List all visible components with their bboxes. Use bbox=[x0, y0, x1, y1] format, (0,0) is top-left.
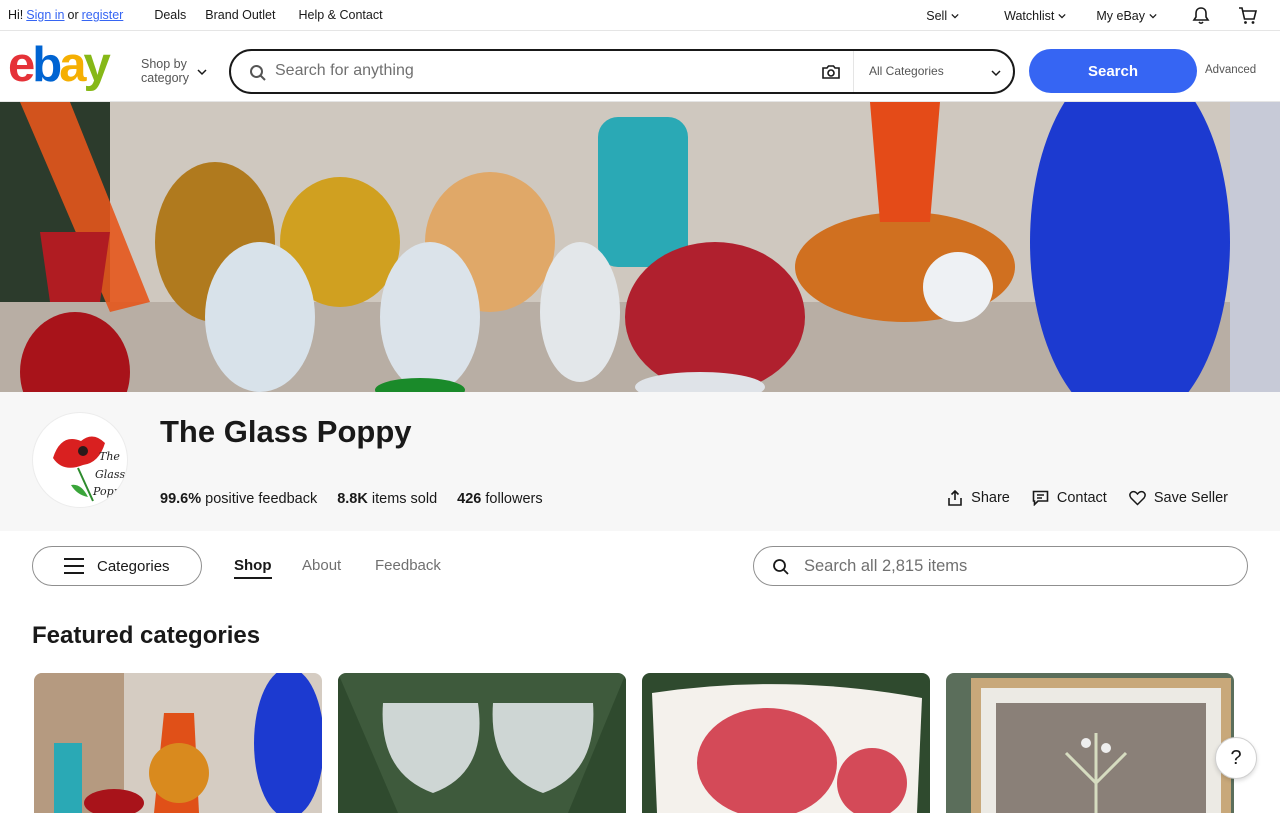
chevron-down-icon bbox=[1149, 13, 1157, 18]
tab-feedback[interactable]: Feedback bbox=[375, 557, 441, 574]
save-seller-label: Save Seller bbox=[1153, 490, 1228, 506]
camera-icon[interactable] bbox=[821, 63, 841, 81]
greeting: Hi! Sign in or register Deals Brand Outl… bbox=[8, 8, 383, 22]
save-seller-button[interactable]: Save Seller bbox=[1128, 490, 1228, 506]
category-image bbox=[642, 673, 930, 813]
logo-text-the: The bbox=[99, 450, 120, 463]
chevron-down-icon bbox=[951, 13, 959, 18]
featured-category-card[interactable] bbox=[642, 673, 930, 813]
chevron-down-icon bbox=[197, 69, 207, 76]
shop-by-line1: Shop by bbox=[141, 57, 187, 71]
feedback-label: positive feedback bbox=[205, 491, 318, 507]
categories-button[interactable]: Categories bbox=[32, 546, 202, 586]
help-button[interactable]: ? bbox=[1215, 737, 1257, 779]
featured-category-card[interactable] bbox=[338, 673, 626, 813]
store-banner-image bbox=[0, 102, 1280, 392]
search-button[interactable]: Search bbox=[1029, 49, 1197, 93]
message-icon bbox=[1032, 490, 1049, 506]
featured-category-card[interactable] bbox=[946, 673, 1234, 813]
cart-icon[interactable] bbox=[1238, 6, 1258, 26]
store-actions: Share Contact Save Seller bbox=[947, 490, 1228, 506]
sold-label: items sold bbox=[371, 491, 438, 507]
followers-stat: 426 followers bbox=[457, 491, 542, 507]
tab-shop[interactable]: Shop bbox=[234, 557, 272, 579]
advanced-search-link[interactable]: Advanced bbox=[1205, 64, 1256, 76]
categories-label: Categories bbox=[97, 557, 170, 575]
sell-label: Sell bbox=[926, 8, 948, 23]
brand-outlet-link[interactable]: Brand Outlet bbox=[205, 8, 275, 22]
store-header: The Glass Popp The Glass Poppy 99.6% pos… bbox=[0, 392, 1280, 531]
notification-bell-icon[interactable] bbox=[1191, 6, 1211, 26]
register-link[interactable]: register bbox=[82, 8, 124, 22]
featured-categories-heading: Featured categories bbox=[32, 622, 261, 649]
shop-by-line2: category bbox=[141, 71, 189, 85]
hamburger-menu-icon bbox=[64, 558, 84, 574]
sold-value: 8.8K bbox=[337, 491, 368, 507]
my-ebay-dropdown[interactable]: My eBay bbox=[1096, 9, 1157, 23]
top-utility-bar: Hi! Sign in or register Deals Brand Outl… bbox=[0, 0, 1280, 31]
greeting-text: Hi! bbox=[8, 8, 24, 22]
category-image bbox=[946, 673, 1234, 813]
contact-button[interactable]: Contact bbox=[1032, 490, 1107, 506]
contact-label: Contact bbox=[1056, 490, 1107, 506]
search-icon bbox=[773, 559, 789, 575]
search-bar[interactable]: Search for anything All Categories bbox=[229, 49, 1015, 94]
store-stats: 99.6% positive feedback 8.8K items sold … bbox=[160, 491, 543, 507]
tab-about[interactable]: About bbox=[302, 557, 341, 574]
category-select[interactable]: All Categories bbox=[869, 64, 944, 78]
featured-category-card[interactable] bbox=[34, 673, 322, 813]
deals-link[interactable]: Deals bbox=[154, 8, 186, 22]
top-right-nav: Sell Watchlist My eBay bbox=[888, 0, 1258, 31]
feedback-stat: 99.6% positive feedback bbox=[160, 491, 317, 507]
chevron-down-icon bbox=[1058, 13, 1066, 18]
glassware-photo bbox=[0, 102, 1280, 392]
search-divider bbox=[853, 51, 854, 92]
svg-text:ebay: ebay bbox=[8, 43, 110, 91]
logo-text-poppy: Popp bbox=[92, 485, 121, 498]
sell-dropdown[interactable]: Sell bbox=[926, 9, 959, 23]
heart-icon bbox=[1128, 490, 1146, 506]
or-text: or bbox=[67, 8, 79, 22]
category-image bbox=[338, 673, 626, 813]
poppy-logo-icon: The Glass Popp bbox=[53, 436, 126, 502]
watchlist-dropdown[interactable]: Watchlist bbox=[1004, 9, 1066, 23]
share-icon bbox=[948, 490, 962, 506]
items-sold-stat: 8.8K items sold bbox=[337, 491, 437, 507]
store-search-input[interactable]: Search all 2,815 items bbox=[804, 557, 967, 576]
main-header: ebay Shop by category Search for anythin… bbox=[0, 31, 1280, 102]
sign-in-link[interactable]: Sign in bbox=[26, 8, 64, 22]
search-input[interactable]: Search for anything bbox=[275, 62, 414, 80]
feedback-value: 99.6% bbox=[160, 491, 202, 507]
chevron-down-icon bbox=[991, 70, 1001, 77]
store-search-bar[interactable]: Search all 2,815 items bbox=[753, 546, 1248, 586]
logo-text-glass: Glass bbox=[95, 468, 126, 481]
followers-value: 426 bbox=[457, 491, 482, 507]
share-label: Share bbox=[971, 490, 1010, 506]
ebay-logo[interactable]: ebay bbox=[8, 43, 126, 91]
shop-by-category-button[interactable]: Shop by category bbox=[141, 57, 189, 85]
watchlist-label: Watchlist bbox=[1004, 8, 1055, 23]
my-ebay-label: My eBay bbox=[1096, 8, 1145, 23]
store-avatar: The Glass Popp bbox=[32, 412, 128, 508]
help-contact-link[interactable]: Help & Contact bbox=[298, 8, 382, 22]
category-image bbox=[34, 673, 322, 813]
search-icon bbox=[250, 65, 266, 81]
store-name: The Glass Poppy bbox=[160, 414, 412, 449]
share-button[interactable]: Share bbox=[947, 490, 1010, 506]
store-nav: Categories Shop About Feedback Search al… bbox=[0, 531, 1280, 601]
followers-label: followers bbox=[485, 491, 543, 507]
